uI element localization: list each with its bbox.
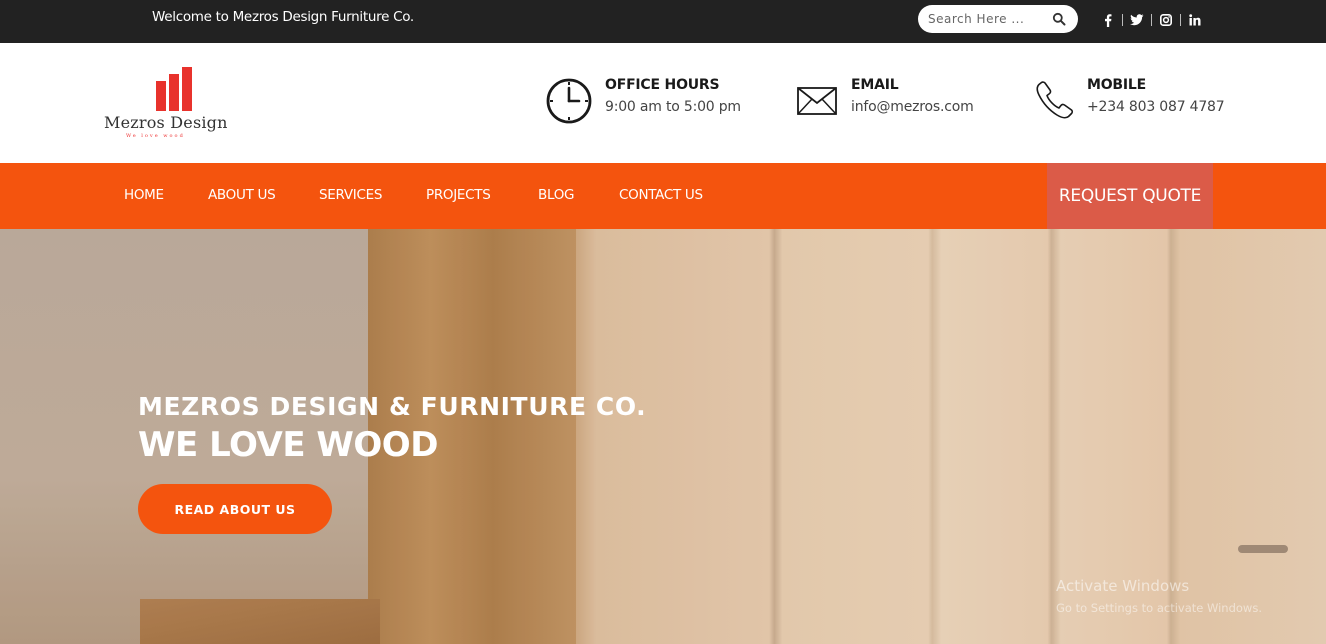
- social-divider: [1180, 14, 1181, 26]
- phone-icon: [1036, 81, 1074, 119]
- site-header: Mezros Design We love wood OFFICE HOURS …: [0, 43, 1326, 163]
- office-hours-title: OFFICE HOURS: [605, 77, 720, 93]
- linkedin-icon[interactable]: [1187, 12, 1203, 28]
- activate-windows-title: Activate Windows: [1056, 577, 1190, 595]
- read-about-us-button[interactable]: READ ABOUT US: [138, 484, 332, 534]
- office-hours-value: 9:00 am to 5:00 pm: [605, 99, 741, 115]
- social-links: [1100, 11, 1203, 29]
- email-value[interactable]: info@mezros.com: [851, 99, 974, 115]
- welcome-text: Welcome to Mezros Design Furniture Co.: [152, 9, 414, 25]
- instagram-icon[interactable]: [1158, 12, 1174, 28]
- envelope-icon: [797, 87, 837, 115]
- logo-text: Mezros Design: [104, 113, 228, 132]
- nav-item-about-us[interactable]: ABOUT US: [208, 187, 276, 203]
- activate-windows-subtitle: Go to Settings to activate Windows.: [1056, 601, 1262, 615]
- search-box[interactable]: [918, 5, 1078, 33]
- facebook-icon[interactable]: [1100, 12, 1116, 28]
- clock-icon: [546, 78, 592, 124]
- mobile-value[interactable]: +234 803 087 4787: [1087, 99, 1225, 115]
- search-icon[interactable]: [1052, 12, 1066, 26]
- nav-item-projects[interactable]: PROJECTS: [426, 187, 491, 203]
- request-quote-button[interactable]: REQUEST QUOTE: [1047, 163, 1213, 229]
- hero-banner: MEZROS DESIGN & FURNITURE CO. WE LOVE WO…: [0, 229, 1326, 644]
- twitter-icon[interactable]: [1129, 12, 1145, 28]
- top-bar: Welcome to Mezros Design Furniture Co.: [0, 0, 1326, 43]
- nav-item-services[interactable]: SERVICES: [319, 187, 382, 203]
- logo-bars-icon: [156, 67, 192, 111]
- hero-title: WE LOVE WOOD: [138, 425, 438, 465]
- hero-subtitle: MEZROS DESIGN & FURNITURE CO.: [138, 392, 647, 421]
- social-divider: [1122, 14, 1123, 26]
- search-input[interactable]: [928, 9, 1050, 29]
- nav-item-contact-us[interactable]: CONTACT US: [619, 187, 703, 203]
- site-logo[interactable]: Mezros Design We love wood: [104, 67, 254, 139]
- mobile-title: MOBILE: [1087, 77, 1146, 93]
- social-divider: [1151, 14, 1152, 26]
- main-nav: HOME ABOUT US SERVICES PROJECTS BLOG CON…: [0, 163, 1326, 229]
- email-title: EMAIL: [851, 77, 899, 93]
- nav-item-home[interactable]: HOME: [124, 187, 164, 203]
- nav-item-blog[interactable]: BLOG: [538, 187, 575, 203]
- logo-tagline: We love wood: [126, 133, 185, 139]
